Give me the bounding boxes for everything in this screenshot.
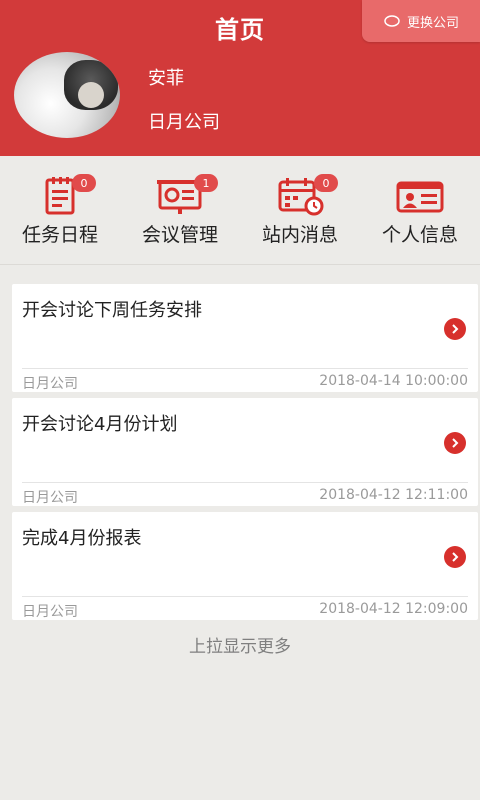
- list-item-time: 2018-04-14 10:00:00: [319, 373, 468, 389]
- list-item[interactable]: 开会讨论4月份计划 日月公司 2018-04-12 12:11:00: [12, 398, 478, 506]
- avatar[interactable]: [14, 52, 120, 138]
- nav-site-messages[interactable]: 0 站内消息: [240, 156, 360, 264]
- list-item-time: 2018-04-12 12:11:00: [319, 487, 468, 503]
- badge-meeting-management: 1: [194, 174, 218, 192]
- list-item-title: 开会讨论下周任务安排: [22, 300, 202, 321]
- list-item-time: 2018-04-12 12:09:00: [319, 601, 468, 617]
- nav-label-meeting-management: 会议管理: [141, 224, 218, 246]
- list-item[interactable]: 开会讨论下周任务安排 日月公司 2018-04-14 10:00:00: [12, 284, 478, 392]
- switch-company-label: 更换公司: [406, 15, 459, 31]
- avatar-face-shape: [78, 82, 104, 108]
- divider: [0, 264, 480, 265]
- nav-meeting-management[interactable]: 1 会议管理: [120, 156, 240, 264]
- divider: [22, 368, 468, 369]
- id-card-icon: [395, 176, 445, 216]
- nav-label-personal-info: 个人信息: [381, 224, 458, 246]
- header-bar: 首页 更换公司 安菲 日月公司: [0, 0, 480, 156]
- chevron-right-icon[interactable]: [444, 318, 466, 340]
- user-name: 安菲: [148, 68, 184, 89]
- nav-label-site-messages: 站内消息: [261, 224, 338, 246]
- nav-personal-info[interactable]: 个人信息: [360, 156, 480, 264]
- nav-task-schedule[interactable]: 0 任务日程: [0, 156, 120, 264]
- load-more-hint[interactable]: 上拉显示更多: [0, 632, 480, 657]
- list-item-title: 完成4月份报表: [22, 528, 142, 549]
- chevron-right-icon[interactable]: [444, 432, 466, 454]
- refresh-icon: [383, 14, 401, 28]
- list-item-title: 开会讨论4月份计划: [22, 414, 178, 435]
- list-item-company: 日月公司: [22, 490, 78, 506]
- list-item[interactable]: 完成4月份报表 日月公司 2018-04-12 12:09:00: [12, 512, 478, 620]
- divider: [22, 482, 468, 483]
- nav-label-task-schedule: 任务日程: [21, 224, 98, 246]
- badge-task-schedule: 0: [72, 174, 96, 192]
- badge-site-messages: 0: [314, 174, 338, 192]
- quick-nav: 0 任务日程 1 会议管理 0 站内消息 个人信息: [0, 156, 480, 264]
- chevron-right-icon[interactable]: [444, 546, 466, 568]
- list-item-company: 日月公司: [22, 376, 78, 392]
- list-item-company: 日月公司: [22, 604, 78, 620]
- divider: [22, 596, 468, 597]
- switch-company-button[interactable]: 更换公司: [362, 0, 480, 42]
- user-company: 日月公司: [148, 112, 220, 133]
